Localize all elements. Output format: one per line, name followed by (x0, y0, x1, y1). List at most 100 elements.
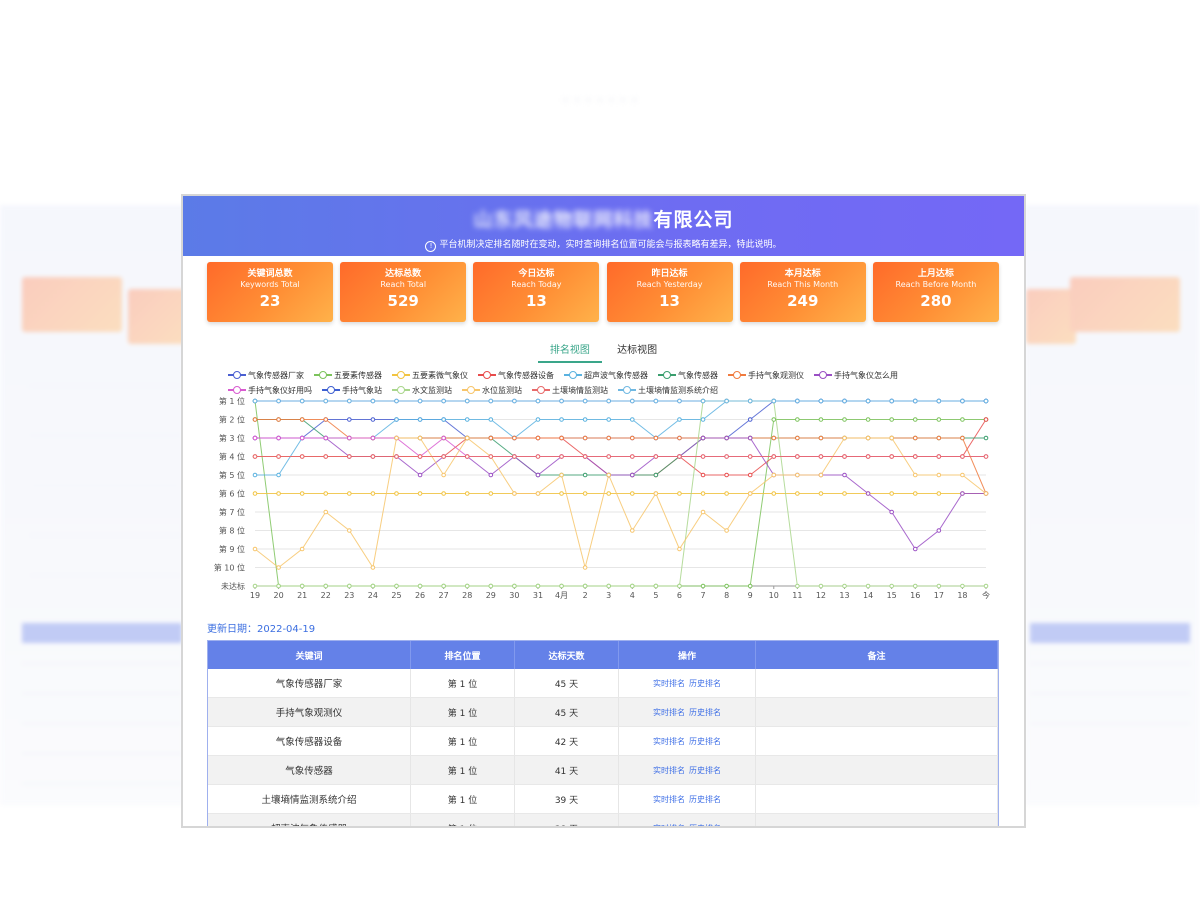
series-point (629, 417, 635, 422)
series-line (255, 419, 987, 476)
operation-cell: 实时排名历史排名 (618, 669, 756, 698)
series-point (464, 583, 470, 589)
series-point (795, 398, 800, 404)
history-rank-link[interactable]: 历史排名 (689, 795, 721, 804)
tab-rank-view[interactable]: 排名视图 (537, 339, 602, 363)
series-point (535, 435, 541, 441)
series-point (417, 454, 423, 459)
series-point (747, 472, 753, 478)
series-point (417, 472, 423, 478)
series-point (417, 583, 423, 589)
series-point (653, 435, 659, 441)
history-rank-link[interactable]: 历史排名 (689, 679, 721, 688)
series-point (842, 398, 847, 404)
stat-label-cn: 关键词总数 (247, 269, 293, 279)
x-tick-label: 26 (415, 591, 425, 600)
series-point (771, 398, 777, 404)
history-rank-link[interactable]: 历史排名 (689, 737, 721, 746)
realtime-rank-link[interactable]: 实时排名 (653, 679, 685, 688)
series-point (842, 583, 847, 589)
series-point (936, 417, 942, 422)
x-tick-label: 24 (368, 591, 378, 600)
keyword-cell: 超声波气象传感器 (208, 813, 411, 826)
series-point (394, 435, 399, 441)
legend-item[interactable]: 手持气象观测仪 (728, 368, 804, 383)
series-point (464, 398, 470, 404)
note-cell (755, 726, 998, 756)
series-point (842, 435, 847, 441)
legend-item[interactable]: 气象传感器设备 (478, 368, 554, 383)
series-point (747, 417, 753, 422)
background-card (128, 289, 188, 344)
stat-label-en: Keywords Total (240, 280, 300, 289)
series-point (700, 454, 706, 459)
legend-item[interactable]: 气象传感器 (658, 368, 718, 383)
series-point (724, 528, 729, 533)
series-point (724, 583, 729, 589)
series-point (252, 435, 258, 441)
series-point (606, 435, 612, 441)
legend-item[interactable]: 超声波气象传感器 (564, 368, 648, 383)
series-point (889, 398, 894, 404)
x-tick-label: 13 (839, 591, 849, 600)
history-rank-link[interactable]: 历史排名 (689, 708, 721, 717)
series-point (582, 565, 588, 570)
y-tick-label: 第 1 位 (219, 396, 245, 406)
series-point (960, 398, 965, 404)
series-point (464, 417, 470, 422)
x-tick-label: 17 (934, 591, 944, 600)
legend-item[interactable]: 气象传感器厂家 (228, 368, 304, 383)
series-point (865, 491, 871, 496)
series-point (252, 417, 258, 422)
series-point (795, 454, 800, 459)
rank-line-chart: 第 1 位第 2 位第 3 位第 4 位第 5 位第 6 位第 7 位第 8 位… (214, 396, 990, 600)
realtime-rank-link[interactable]: 实时排名 (653, 766, 685, 775)
x-tick-label: 25 (391, 591, 401, 600)
realtime-rank-link[interactable]: 实时排名 (653, 737, 685, 746)
series-point (865, 398, 871, 404)
series-point (629, 583, 635, 589)
tab-reach-view[interactable]: 达标视图 (605, 339, 669, 361)
series-point (889, 417, 894, 422)
x-tick-label: 15 (887, 591, 897, 600)
note-cell (755, 755, 998, 785)
legend-marker-icon (314, 371, 332, 379)
y-tick-label: 第 3 位 (219, 433, 245, 443)
y-tick-label: 第 5 位 (219, 470, 245, 480)
legend-item[interactable]: 手持气象仪怎么用 (814, 368, 898, 383)
series-point (842, 491, 847, 496)
realtime-rank-link[interactable]: 实时排名 (653, 708, 685, 717)
series-point (606, 398, 612, 404)
series-point (394, 417, 399, 422)
series-point (582, 583, 588, 589)
series-point (606, 491, 612, 496)
realtime-rank-link[interactable]: 实时排名 (653, 824, 685, 827)
series-point (370, 491, 376, 496)
series-point (394, 398, 399, 404)
series-point (347, 398, 352, 404)
series-point (747, 583, 753, 589)
legend-label: 超声波气象传感器 (584, 371, 648, 380)
series-point (370, 454, 376, 459)
view-tabs: 排名视图 达标视图 (183, 339, 1024, 363)
history-rank-link[interactable]: 历史排名 (689, 766, 721, 775)
series-line (254, 437, 987, 569)
series-point (512, 454, 517, 459)
realtime-rank-link[interactable]: 实时排名 (653, 795, 685, 804)
series-point (818, 417, 824, 422)
legend-item[interactable]: 五要素微气象仪 (392, 368, 468, 383)
series-point (606, 472, 612, 478)
legend-marker-icon (658, 371, 676, 379)
report-window: 山东风途物联网科技有限公司 ! 平台机制决定排名随时在变动，实时查询排名位置可能会… (183, 196, 1024, 826)
stat-reach-this-month: 本月达标 Reach This Month 249 (739, 262, 866, 322)
stat-reach-yesterday: 昨日达标 Reach Yesterday 13 (606, 262, 733, 322)
x-tick-label: 今 (982, 590, 990, 600)
series-point (488, 583, 494, 589)
series-point (771, 435, 777, 441)
y-tick-label: 第 2 位 (219, 415, 245, 425)
history-rank-link[interactable]: 历史排名 (689, 824, 721, 827)
x-tick-label: 22 (321, 591, 331, 600)
x-tick-label: 4 (630, 591, 635, 600)
legend-item[interactable]: 五要素传感器 (314, 368, 382, 383)
company-name-blurred: 山东风途物联网科技 (473, 209, 654, 231)
